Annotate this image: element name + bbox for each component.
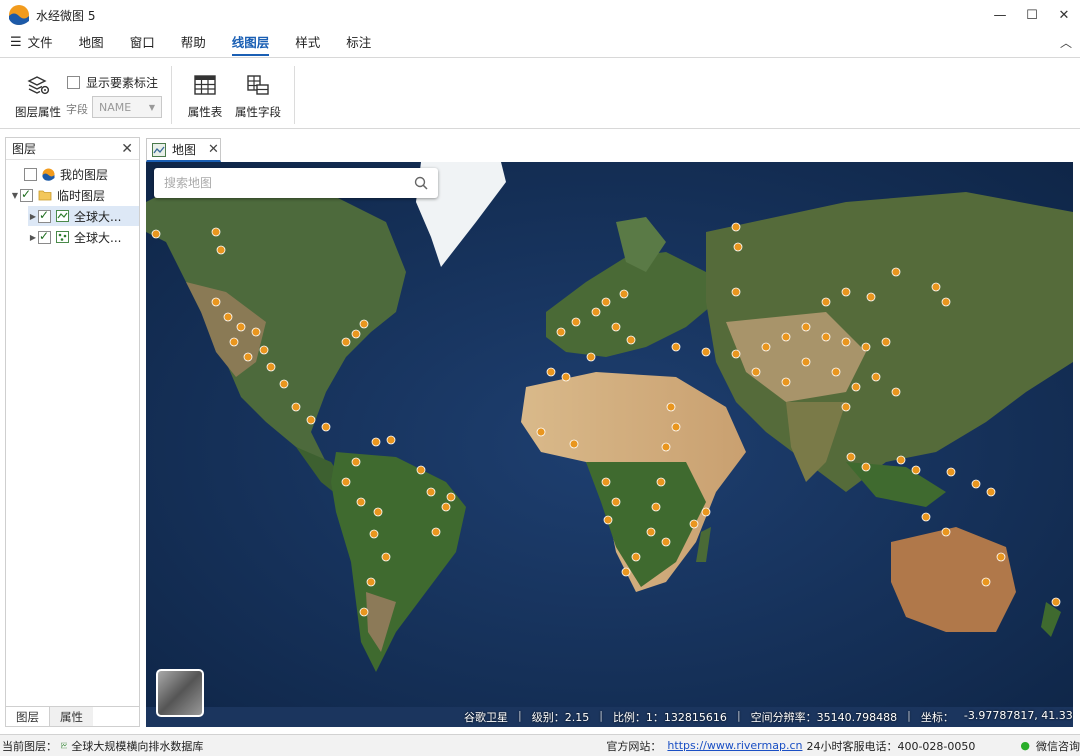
layers-panel-header: 图层 ✕ <box>6 138 139 160</box>
window-controls: — ☐ ✕ <box>984 0 1080 30</box>
field-table-icon <box>247 75 269 95</box>
tree-item-temp-layers[interactable]: ▼ 临时图层 <box>10 185 138 205</box>
status-bar: 当前图层： 全球大规模横向排水数据库 官方网站： https://www.riv… <box>0 734 1080 756</box>
search-icon[interactable] <box>414 176 428 190</box>
field-select-value: NAME <box>99 100 132 114</box>
search-input[interactable] <box>164 176 414 190</box>
expand-arrow-icon[interactable]: ▶ <box>28 212 38 221</box>
layers-panel: 图层 ✕ 我的图层 ▼ 临时图层 ▶ 全球大... ▶ <box>5 137 140 727</box>
app-title: 水经微图 5 <box>36 8 96 23</box>
tree-item-label: 我的图层 <box>60 167 109 182</box>
show-labels-check[interactable] <box>67 76 80 89</box>
menu-annotation[interactable]: 标注 <box>346 30 385 56</box>
current-layer-value: 全球大规模横向排水数据库 <box>71 739 204 753</box>
panel-tabs: 图层 属性 <box>6 706 139 726</box>
map-resolution: 空间分辨率：35140.798488 <box>750 711 898 724</box>
point-layer-icon <box>56 231 69 243</box>
chevron-down-icon: ▼ <box>148 102 155 112</box>
tree-item-label: 全球大... <box>74 230 122 245</box>
minimize-button[interactable]: — <box>984 0 1016 30</box>
close-icon[interactable]: ✕ <box>208 142 219 157</box>
layers-panel-title: 图层 <box>12 142 37 156</box>
tab-map-label: 地图 <box>172 143 197 157</box>
attribute-table-label: 属性表 <box>187 105 223 119</box>
tree-checkbox[interactable] <box>38 229 51 244</box>
tree-checkbox[interactable] <box>24 167 37 181</box>
map-level: 级别：2.15 <box>531 711 590 724</box>
layers-settings-icon <box>27 76 50 95</box>
layer-properties-button[interactable]: 图层属性 <box>10 72 66 120</box>
close-icon[interactable]: ✕ <box>121 141 133 157</box>
hamburger-icon: ☰ <box>10 35 22 50</box>
attribute-table-button[interactable]: 属性表 <box>177 72 233 120</box>
menu-map[interactable]: 地图 <box>79 30 118 56</box>
tree-checkbox[interactable] <box>20 187 33 202</box>
tree-item-global-2[interactable]: ▶ 全球大... <box>28 227 139 247</box>
field-label: 字段 <box>66 103 88 116</box>
show-labels-label: 显示要素标注 <box>86 76 159 90</box>
current-layer-label: 当前图层： <box>2 739 57 753</box>
wechat-consult[interactable]: 微信咨询 <box>1036 738 1080 754</box>
expand-arrow-icon[interactable]: ▶ <box>28 233 38 242</box>
tab-map[interactable]: 地图 ✕ <box>146 138 221 162</box>
menu-file-label: 文件 <box>27 35 53 50</box>
menu-style[interactable]: 样式 <box>295 30 334 56</box>
satellite-basemap <box>146 162 1073 727</box>
website-link[interactable]: https://www.rivermap.cn <box>667 739 802 752</box>
hotline: 24小时客服电话：400-028-0050 <box>806 739 976 753</box>
wechat-icon: ● <box>1020 739 1030 752</box>
ribbon: 图层属性 显示要素标注 字段 NAME ▼ 属性表 属性字段 <box>0 57 1080 129</box>
layer-properties-label: 图层属性 <box>15 105 61 119</box>
map-status-strip: 谷歌卫星 | 级别：2.15 | 比例：1：132815616 | 空间分辨率：… <box>464 709 1073 725</box>
attribute-field-label: 属性字段 <box>235 105 281 119</box>
app-logo-icon <box>42 168 55 181</box>
map-source: 谷歌卫星 <box>464 711 508 724</box>
expand-arrow-icon[interactable]: ▼ <box>10 191 20 200</box>
attribute-field-button[interactable]: 属性字段 <box>230 72 286 120</box>
tree-item-label: 临时图层 <box>57 188 106 203</box>
close-button[interactable]: ✕ <box>1048 0 1080 30</box>
tree-item-my-layers[interactable]: 我的图层 <box>14 164 138 184</box>
ribbon-separator <box>171 66 172 124</box>
collapse-ribbon-icon[interactable]: ︿ <box>1060 34 1072 51</box>
folder-icon <box>38 190 52 201</box>
map-search-box[interactable] <box>154 168 438 198</box>
app-logo-icon <box>9 5 29 25</box>
maximize-button[interactable]: ☐ <box>1016 0 1048 30</box>
menu-file[interactable]: ☰ 文件 <box>10 30 67 56</box>
map-view[interactable]: 谷歌卫星 | 级别：2.15 | 比例：1：132815616 | 空间分辨率：… <box>146 162 1073 727</box>
menu-bar: ☰ 文件 地图 窗口 帮助 线图层 样式 标注 <box>0 30 1080 56</box>
tree-item-label: 全球大... <box>74 209 122 224</box>
map-coord-label: 坐标： <box>920 711 954 724</box>
line-layer-icon <box>61 742 68 749</box>
map-doc-icon <box>152 142 166 157</box>
map-coords: -3.97787817, 41.33906159 <box>963 709 1073 722</box>
tab-layers[interactable]: 图层 <box>6 707 49 726</box>
menu-help[interactable]: 帮助 <box>181 30 220 56</box>
field-select[interactable]: NAME ▼ <box>92 96 162 118</box>
title-bar: 水经微图 5 — ☐ ✕ <box>0 0 1080 30</box>
map-scale: 比例：1：132815616 <box>612 711 727 724</box>
table-icon <box>194 75 216 95</box>
menu-line-layer[interactable]: 线图层 <box>231 30 284 56</box>
menu-window[interactable]: 窗口 <box>130 30 169 56</box>
show-labels-checkbox[interactable]: 显示要素标注 <box>67 74 158 91</box>
ribbon-separator <box>294 66 295 124</box>
tab-properties[interactable]: 属性 <box>49 707 93 726</box>
tree-item-global-1[interactable]: ▶ 全球大... <box>28 206 139 226</box>
line-layer-icon <box>56 210 69 222</box>
website-label: 官方网站： <box>606 739 662 753</box>
basemap-switch-button[interactable] <box>156 669 204 717</box>
tree-checkbox[interactable] <box>38 208 51 223</box>
